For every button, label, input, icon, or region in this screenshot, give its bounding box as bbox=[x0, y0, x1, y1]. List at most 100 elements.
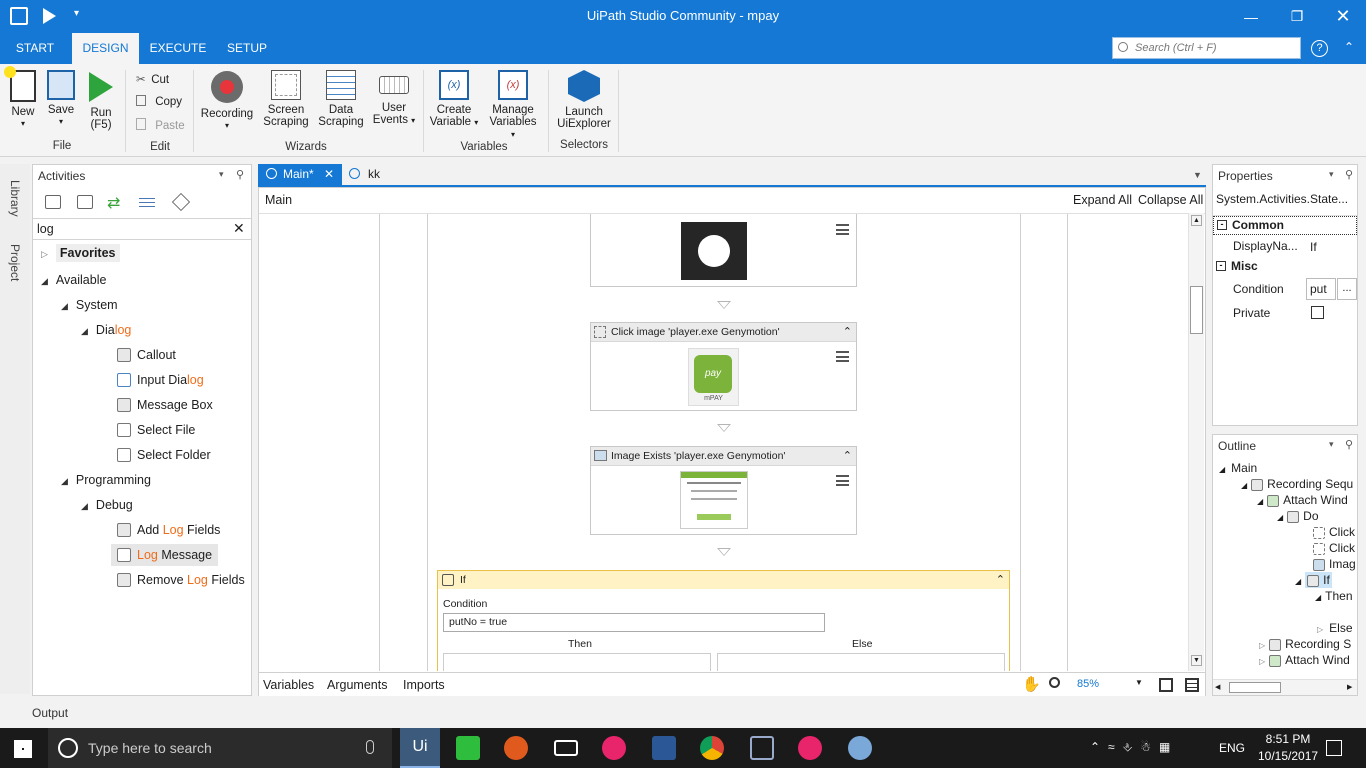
refresh-icon[interactable]: ⇄ bbox=[107, 193, 120, 213]
collapse-box-icon[interactable]: - bbox=[1216, 261, 1226, 271]
line-app-icon[interactable] bbox=[456, 736, 480, 760]
condition-prop-input[interactable]: put bbox=[1306, 278, 1336, 300]
activity-image-exists[interactable]: Image Exists 'player.exe Genymotion' ⌃ bbox=[590, 446, 857, 535]
condition-input[interactable]: putNo = true bbox=[443, 613, 825, 632]
genymotion-icon-2[interactable] bbox=[798, 736, 822, 760]
minimize-button[interactable]: — bbox=[1228, 0, 1274, 33]
overview-icon[interactable] bbox=[1185, 678, 1199, 692]
collapse-icon[interactable]: ⌃ bbox=[996, 571, 1005, 589]
create-variable-button[interactable]: (x) Create Variable ▾ bbox=[428, 70, 480, 129]
run-button[interactable]: Run (F5) bbox=[84, 70, 118, 131]
tree-item-message-box[interactable]: Message Box bbox=[117, 394, 213, 416]
word-icon[interactable] bbox=[652, 736, 676, 760]
copy-button[interactable]: Copy bbox=[136, 95, 182, 108]
filter-input[interactable]: log bbox=[33, 218, 251, 240]
tree-item-system[interactable]: ◢ System bbox=[61, 294, 118, 316]
activity-menu-icon[interactable] bbox=[836, 351, 849, 362]
chrome-icon[interactable] bbox=[700, 736, 724, 760]
ubuntu-icon[interactable] bbox=[504, 736, 528, 760]
tree-item-dialog[interactable]: ◢ Dialog bbox=[81, 319, 131, 341]
search-input[interactable]: Search (Ctrl + F) bbox=[1112, 37, 1301, 59]
collapse-icon[interactable]: ⌃ bbox=[843, 447, 852, 466]
panel-menu-icon[interactable]: ▾ bbox=[1329, 439, 1334, 450]
package-icon[interactable] bbox=[171, 192, 191, 212]
tab-setup[interactable]: SETUP bbox=[222, 33, 272, 64]
condition-ellipsis-button[interactable]: ... bbox=[1337, 278, 1357, 300]
clock-date[interactable]: 10/15/2017 bbox=[1258, 749, 1318, 763]
genymotion-icon[interactable] bbox=[602, 736, 626, 760]
then-branch[interactable] bbox=[443, 653, 711, 671]
zoom-icon[interactable] bbox=[1049, 677, 1060, 688]
zoom-level[interactable]: 85% bbox=[1077, 678, 1099, 690]
notifications-icon[interactable] bbox=[1326, 740, 1342, 756]
imports-tab[interactable]: Imports bbox=[403, 678, 445, 692]
tree-item-input-dialog[interactable]: Input Dialog bbox=[117, 369, 204, 391]
close-tab-icon[interactable]: ✕ bbox=[324, 164, 334, 185]
ribbon-collapse-icon[interactable]: ⌃ bbox=[1344, 40, 1354, 54]
paste-button[interactable]: Paste bbox=[136, 118, 185, 132]
outline-item[interactable]: ▷ Attach Wind bbox=[1259, 649, 1350, 671]
new-button[interactable]: New ▾ bbox=[4, 66, 40, 130]
expand-all-icon[interactable] bbox=[45, 195, 61, 209]
tab-design[interactable]: DESIGN bbox=[72, 33, 139, 64]
collapse-box-icon[interactable]: - bbox=[1217, 220, 1227, 230]
tree-item-programming[interactable]: ◢ Programming bbox=[61, 469, 151, 491]
maximize-button[interactable]: ❐ bbox=[1274, 0, 1320, 33]
scroll-thumb[interactable] bbox=[1190, 286, 1203, 334]
app-icon[interactable] bbox=[848, 736, 872, 760]
clock-time[interactable]: 8:51 PM bbox=[1262, 732, 1314, 746]
close-button[interactable]: ✕ bbox=[1320, 0, 1366, 33]
activity-click-image-1[interactable] bbox=[590, 214, 857, 287]
user-events-button[interactable]: User Events ▾ bbox=[370, 70, 418, 127]
manage-variables-button[interactable]: (x) Manage Variables ▾ bbox=[486, 70, 540, 141]
screen-scraping-button[interactable]: Screen Scraping bbox=[259, 70, 313, 128]
tree-item-callout[interactable]: Callout bbox=[117, 344, 176, 366]
launch-uiexplorer-button[interactable]: Launch UiExplorer bbox=[555, 70, 613, 130]
save-button[interactable]: Save ▾ bbox=[44, 70, 78, 128]
help-icon[interactable]: ? bbox=[1311, 40, 1328, 57]
mail-icon[interactable] bbox=[554, 740, 578, 756]
language-indicator[interactable]: ENG bbox=[1219, 741, 1245, 755]
windows-start-icon[interactable] bbox=[14, 740, 32, 758]
system-tray-icons[interactable]: ⌃≈⎀☃▦ bbox=[1090, 740, 1178, 755]
tree-item-available[interactable]: ◢ Available bbox=[41, 269, 106, 291]
tree-item-favorites[interactable]: ▷ Favorites bbox=[41, 242, 120, 264]
list-view-icon[interactable] bbox=[139, 195, 155, 209]
tab-start[interactable]: START bbox=[8, 33, 62, 64]
collapse-icon[interactable]: ⌃ bbox=[843, 323, 852, 342]
category-common[interactable]: - Common bbox=[1213, 216, 1357, 235]
pin-icon[interactable]: ⚲ bbox=[236, 168, 244, 181]
activity-if[interactable]: If ⌃ Condition putNo = true Then Else bbox=[437, 570, 1010, 671]
side-tab-library[interactable]: Library bbox=[8, 180, 22, 217]
tab-execute[interactable]: EXECUTE bbox=[148, 33, 208, 64]
tree-item-remove-log-fields[interactable]: Remove Log Fields bbox=[117, 569, 245, 591]
doc-tab-main[interactable]: Main* ✕ bbox=[258, 164, 342, 185]
pin-icon[interactable]: ⚲ bbox=[1345, 168, 1353, 181]
tree-item-select-file[interactable]: Select File bbox=[117, 419, 195, 441]
tab-list-dropdown-icon[interactable]: ▼ bbox=[1193, 170, 1202, 180]
designer-scrollbar[interactable]: ▲ ▼ bbox=[1188, 213, 1204, 671]
tree-item-select-folder[interactable]: Select Folder bbox=[117, 444, 211, 466]
fit-to-screen-icon[interactable] bbox=[1159, 678, 1173, 692]
clear-filter-icon[interactable]: ✕ bbox=[233, 220, 245, 237]
activity-click-image-2[interactable]: Click image 'player.exe Genymotion' ⌃ pa… bbox=[590, 322, 857, 411]
hand-tool-icon[interactable]: ✋ bbox=[1022, 675, 1041, 693]
tree-item-add-log-fields[interactable]: Add Log Fields bbox=[117, 519, 220, 541]
breadcrumb[interactable]: Main bbox=[265, 193, 292, 207]
output-tab[interactable]: Output bbox=[32, 706, 68, 720]
microphone-icon[interactable] bbox=[366, 740, 374, 754]
scroll-down-arrow[interactable]: ▼ bbox=[1191, 655, 1202, 666]
cut-button[interactable]: ✂ Cut bbox=[136, 72, 169, 86]
data-scraping-button[interactable]: Data Scraping bbox=[316, 70, 366, 128]
category-misc[interactable]: - Misc bbox=[1213, 258, 1357, 277]
taskbar-search-box[interactable]: Type here to search bbox=[48, 728, 392, 768]
doc-tab-kk[interactable]: kk bbox=[345, 164, 405, 185]
panel-menu-icon[interactable]: ▾ bbox=[1329, 169, 1334, 180]
tree-item-debug[interactable]: ◢ Debug bbox=[81, 494, 133, 516]
collapse-all-icon[interactable] bbox=[77, 195, 93, 209]
outline-item[interactable]: ◢ Then bbox=[1315, 585, 1353, 607]
uipath-taskbar-icon[interactable]: Ui bbox=[400, 728, 440, 768]
private-checkbox[interactable] bbox=[1311, 306, 1324, 319]
zoom-dropdown-icon[interactable]: ▼ bbox=[1135, 678, 1143, 687]
expand-all-link[interactable]: Expand All bbox=[1073, 193, 1132, 207]
